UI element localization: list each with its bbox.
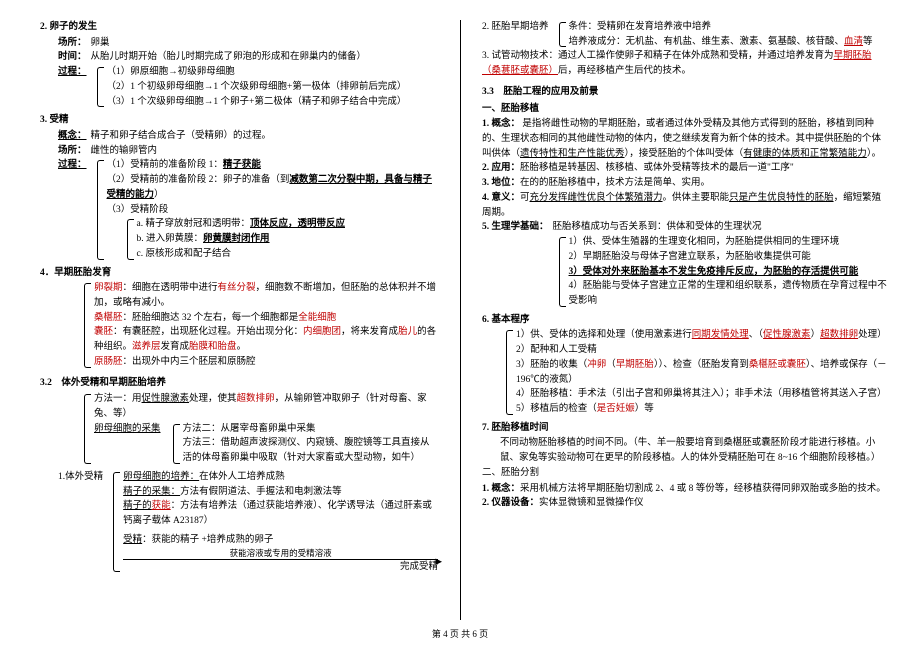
e2: 3. 试管动物技术：通过人工操作使卵子和精子在体外成熟和受精，并通过培养发育为早… — [482, 49, 890, 78]
tm-lbl: 7. 胚胎移植时间 — [482, 421, 890, 436]
e1-lbl: 2. 胚胎早期培养 — [482, 20, 549, 49]
proc-2: （2）1 个初级卵母细胞→1 个次级卵母细胞+第一极体（排卵前后完成） — [107, 80, 438, 95]
phys-brace: 1）供、受体生殖器的生理变化相同，为胚胎提供相同的生理环境 2）早期胚胎没与母体… — [557, 235, 890, 309]
dev3: 囊胚：有囊胚腔，出现胚化过程。开始出现分化：内细胞团，将来发育成胎儿的各种组织。… — [94, 325, 438, 354]
split-h: 二、胚胎分割 — [482, 466, 890, 481]
bp3: 3）胚胎的收集（冲卵（早期胚胎））、检查（胚胎发育到桑椹胚或囊胚）、培养或保存（… — [516, 358, 890, 387]
ra: a. 精子穿放射冠和透明带：顶体反应，透明带反应 — [137, 217, 438, 232]
n2: 精子的采集：方法有假阴道法、手握法和电刺激法等 — [123, 485, 438, 500]
lbl-time: 时间： — [58, 50, 87, 65]
dev4: 原肠胚：出现外中内三个胚层和原肠腔 — [94, 355, 438, 370]
bp-brace: 1）供、受体的选择和处理（使用激素进行同期发情处理、（促性腺激素）超数排卵处理）… — [504, 328, 890, 416]
lbl-proc2: 过程： — [58, 158, 87, 261]
methods-brace: 方法一：用促性腺激素处理，使其超数排卵，从输卵管冲取卵子（针对母畜、家兔、等） … — [82, 392, 438, 466]
sec4-title: 4．早期胚胎发育 — [40, 266, 438, 281]
val-place2: 雌性的输卵管内 — [91, 144, 158, 159]
lbl-place: 场所： — [58, 36, 87, 51]
m2: 方法二：从屠宰母畜卵巢中采集 — [183, 422, 438, 437]
page-footer: 第 4 页 共 6 页 — [0, 628, 920, 642]
lbl-concept: 概念： — [58, 129, 87, 144]
sec3-title: 3. 受精 — [40, 113, 438, 128]
q1: （1）受精前的准备阶段 1：精子获能 — [107, 158, 438, 173]
bp-lbl: 6. 基本程序 — [482, 313, 890, 328]
ph4: 4）胚胎能与受体子宫建立正常的生理和组织联系，遗传物质在孕育过程中不受影响 — [569, 279, 890, 308]
sig: 4. 意义：可充分发挥雌性优良个体繁殖潜力。供体主要职能只是产生优良特性的胚胎，… — [482, 191, 890, 220]
sec32-title: 3.2 体外受精和早期胚胎培养 — [40, 376, 438, 391]
phys-head: 胚胎移植成功与否关系到：供体和受体的生理状况 — [553, 222, 762, 232]
concept: 1. 概念： 是指将雌性动物的早期胚胎，或者通过体外受精及其他方式得到的胚胎，移… — [482, 117, 890, 161]
sub-brace: a. 精子穿放射冠和透明带：顶体反应，透明带反应 b. 进入卵黄膜：卵黄膜封闭作… — [125, 217, 438, 261]
e1a: 条件：受精卵在发育培养液中培养 — [569, 20, 890, 35]
sa: b. 进入卵黄膜：卵黄膜封闭作用 — [137, 232, 438, 247]
sec33-title: 3.3 胚胎工程的应用及前景 — [482, 85, 890, 100]
ivf-head: 1.体外受精 — [58, 470, 103, 574]
h1: 一、胚胎移植 — [482, 102, 890, 117]
bp5: 5）移植后的检查（是否妊娠）等 — [516, 402, 890, 417]
proc2-brace: （1）受精前的准备阶段 1：精子获能 （2）受精前的准备阶段 2：卵子的准备（到… — [95, 158, 438, 261]
e1-brace: 条件：受精卵在发育培养液中培养 培养液成分：无机盐、有机盐、维生素、激素、氨基酸… — [557, 20, 890, 49]
eq: 2. 仪器设备：实体显微镜和显微操作仪 — [482, 496, 890, 511]
t: c. 原核形成和配子结合 — [137, 247, 438, 262]
e1b: 培养液成分：无机盐、有机盐、维生素、激素、氨基酸、核苷酸、血清等 — [569, 35, 890, 50]
sp: 1. 概念：采用机械方法将早期胚胎切割成 2、4 或 8 等份等，经移植获得同卵… — [482, 482, 890, 497]
react-end: 完成受精 — [123, 560, 438, 575]
dev1: 卵裂期：细胞在透明带中进行有丝分裂，细胞数不断增加，但胚胎的总体积并不增加，或略… — [94, 281, 438, 310]
phys-lbl: 5. 生理学基础： — [482, 222, 549, 232]
lbl-place2: 场所： — [58, 144, 87, 159]
ph1: 1）供、受体生殖器的生理变化相同，为胚胎提供相同的生理环境 — [569, 235, 890, 250]
bp4: 4）胚胎移植：手术法（引出子宫和卵巢将其注入）；非手术法（用移植管将其送入子宫） — [516, 387, 890, 402]
tm-val: 不同动物胚胎移植的时间不同。（牛、羊一般要培育到桑椹胚或囊胚阶段才能进行移植。小… — [482, 436, 890, 465]
ph2: 2）早期胚胎没与母体子宫建立联系，为胚胎收集提供可能 — [569, 250, 890, 265]
right-column: 2. 胚胎早期培养 条件：受精卵在发育培养液中培养 培养液成分：无机盐、有机盐、… — [460, 0, 920, 650]
n3: 精子的获能：方法有培养法（通过获能培养液）、化学诱导法（通过肝素或钙离子载体 A… — [123, 499, 438, 528]
q2: （2）受精前的准备阶段 2：卵子的准备（到减数第二次分裂中期，具备与精子受精的能… — [107, 173, 438, 202]
val-concept: 精子和卵子结合成合子（受精卵）的过程。 — [91, 129, 272, 144]
ph3: 3）受体对外来胚胎基本不发生免疫排斥反应，为胚胎的存活提供可能 — [569, 265, 890, 280]
n1: 卵母细胞的培养：在体外人工培养成熟 — [123, 470, 438, 485]
dev2: 桑椹胚：胚胎细胞达 32 个左右，每一个细胞都是全能细胞 — [94, 311, 438, 326]
proc-brace: （1）卵原细胞→初级卵母细胞 （2）1 个初级卵母细胞→1 个次级卵母细胞+第一… — [95, 65, 438, 109]
bp1: 1）供、受体的选择和处理（使用激素进行同期发情处理、（促性腺激素）超数排卵处理） — [516, 328, 890, 343]
react: 受精：获能的精子 +培养成熟的卵子 — [123, 533, 438, 548]
m23-brace: 方法二：从屠宰母畜卵巢中采集 方法三：借助超声波探测仪、内窥镜、腹腔镜等工具直接… — [171, 422, 438, 466]
lbl-proc: 过程： — [58, 65, 87, 109]
proc-1: （1）卵原细胞→初级卵母细胞 — [107, 65, 438, 80]
mean: 3. 地位：在的的胚胎移植中，技术方法是简单、实用。 — [482, 176, 890, 191]
bp2: 2）配种和人工受精 — [516, 343, 890, 358]
val-place: 卵巢 — [91, 36, 110, 51]
dev-brace: 卵裂期：细胞在透明带中进行有丝分裂，细胞数不断增加，但胚胎的总体积并不增加，或略… — [82, 281, 438, 369]
m1: 方法一：用促性腺激素处理，使其超数排卵，从输卵管冲取卵子（针对母畜、家兔、等） — [94, 392, 438, 421]
q3: （3）受精阶段 — [107, 203, 438, 218]
left-column: 2. 卵子的发生 场所： 卵巢 时间： 从胎儿时期开始（胎儿时期完成了卵泡的形成和在… — [0, 0, 460, 650]
sec2-title: 2. 卵子的发生 — [40, 20, 438, 35]
proc-3: （3）1 个次级卵母细胞→1 个卵子+第二极体（精子和卵子结合中完成） — [107, 95, 438, 110]
seg-lbl: 卵母细胞的采集 — [94, 422, 161, 466]
arrow-cond: 获能溶液或专用的受精溶液 ▶ — [123, 547, 438, 559]
val-time: 从胎儿时期开始（胎儿时期完成了卵泡的形成和在卵巢内的储备） — [91, 50, 367, 65]
app: 2. 应用：胚胎移植是转基因、核移植、或体外受精等技术的最后一道"工序" — [482, 161, 890, 176]
m3: 方法三：借助超声波探测仪、内窥镜、腹腔镜等工具直接从活的体母畜卵巢中吸取（针对大… — [183, 436, 438, 465]
ivf-brace: 卵母细胞的培养：在体外人工培养成熟 精子的采集：方法有假阴道法、手握法和电刺激法… — [111, 470, 438, 574]
